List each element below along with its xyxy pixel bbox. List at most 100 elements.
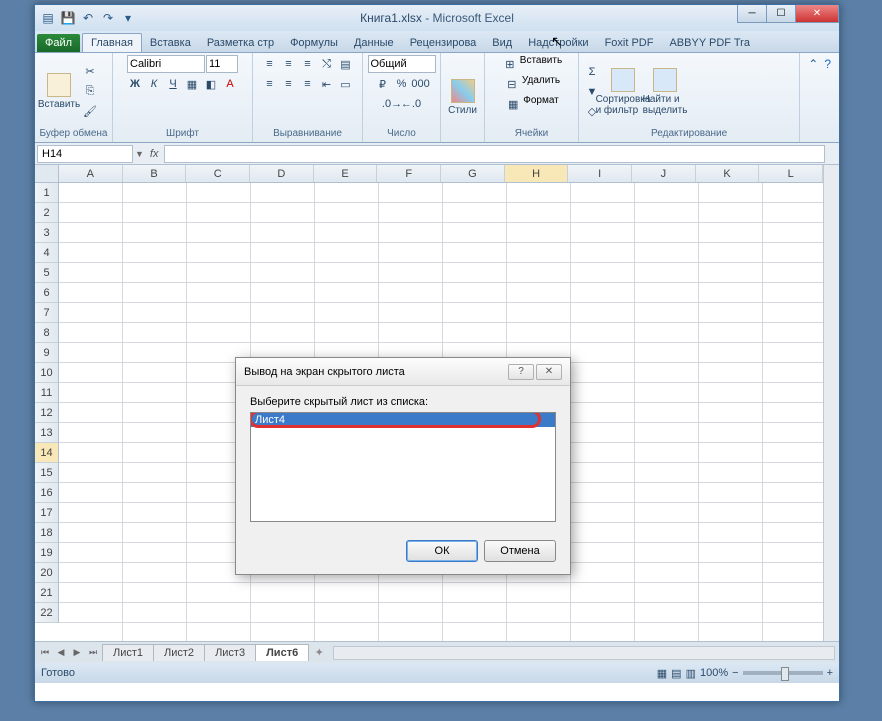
redo-icon[interactable]: ↷ [99,9,117,27]
column-header[interactable]: A [59,165,123,182]
paste-button[interactable]: Вставить [39,73,79,110]
format-cells-button[interactable]: Формат [523,95,559,113]
row-header[interactable]: 12 [35,403,58,423]
column-header[interactable]: J [632,165,696,182]
format-cells-icon[interactable]: ▦ [504,95,522,113]
column-header[interactable]: F [377,165,441,182]
select-all-corner[interactable] [35,165,59,183]
row-header[interactable]: 19 [35,543,58,563]
italic-button[interactable]: К [145,75,163,93]
sheet-tab[interactable]: Лист3 [204,644,256,661]
align-bottom-icon[interactable]: ≡ [299,55,317,73]
delete-cells-button[interactable]: Удалить [522,75,560,93]
row-header[interactable]: 18 [35,523,58,543]
row-header[interactable]: 5 [35,263,58,283]
namebox-dropdown-icon[interactable]: ▼ [135,149,144,159]
tab-foxit[interactable]: Foxit PDF [597,34,662,52]
name-box[interactable]: H14 [37,145,133,163]
number-format-combo[interactable]: Общий [368,55,436,73]
tab-layout[interactable]: Разметка стр [199,34,282,52]
tab-file[interactable]: Файл [37,34,80,52]
tab-abbyy[interactable]: ABBYY PDF Tra [661,34,758,52]
font-color-button[interactable]: A [221,75,239,93]
sort-filter-button[interactable]: Сортировка и фильтр [603,68,643,116]
styles-button[interactable]: Стили [445,79,480,116]
row-header[interactable]: 16 [35,483,58,503]
new-sheet-button[interactable]: ✦ [309,646,329,659]
currency-icon[interactable]: ₽ [374,75,392,93]
inc-decimal-icon[interactable]: .0→ [383,95,401,113]
tab-formulas[interactable]: Формулы [282,34,346,52]
row-header[interactable]: 15 [35,463,58,483]
tab-insert[interactable]: Вставка [142,34,199,52]
formula-input[interactable] [164,145,825,163]
wrap-text-icon[interactable]: ▤ [337,55,355,73]
column-header[interactable]: G [441,165,505,182]
minimize-button[interactable]: ─ [737,5,767,23]
column-header[interactable]: D [250,165,314,182]
tab-home[interactable]: Главная [82,33,142,52]
tab-review[interactable]: Рецензирова [402,34,485,52]
row-header[interactable]: 6 [35,283,58,303]
bold-button[interactable]: Ж [126,75,144,93]
align-left-icon[interactable]: ≡ [261,75,279,93]
orientation-icon[interactable]: ⤭ [318,55,336,73]
hidden-sheets-listbox[interactable]: Лист4 [250,412,556,522]
row-header[interactable]: 4 [35,243,58,263]
row-header[interactable]: 21 [35,583,58,603]
sheet-tab[interactable]: Лист1 [102,644,154,661]
insert-cells-button[interactable]: Вставить [520,55,562,73]
column-header[interactable]: E [314,165,378,182]
view-layout-icon[interactable]: ▤ [671,667,681,680]
align-center-icon[interactable]: ≡ [280,75,298,93]
column-headers[interactable]: ABCDEFGHIJKL [59,165,823,183]
qat-more-icon[interactable]: ▾ [119,9,137,27]
column-header[interactable]: C [186,165,250,182]
row-header[interactable]: 3 [35,223,58,243]
horizontal-scrollbar[interactable] [333,646,835,660]
font-name-combo[interactable]: Calibri [127,55,205,73]
cut-icon[interactable]: ✂ [81,63,99,81]
column-header[interactable]: H [505,165,569,182]
align-right-icon[interactable]: ≡ [299,75,317,93]
fill-color-button[interactable]: ◧ [202,75,220,93]
cancel-button[interactable]: Отмена [484,540,556,562]
column-header[interactable]: I [568,165,632,182]
zoom-level[interactable]: 100% [700,667,728,679]
maximize-button[interactable]: ☐ [766,5,796,23]
row-header[interactable]: 20 [35,563,58,583]
merge-icon[interactable]: ▭ [337,75,355,93]
column-header[interactable]: K [696,165,760,182]
row-headers[interactable]: 12345678910111213141516171819202122 [35,183,59,623]
dialog-titlebar[interactable]: Вывод на экран скрытого листа ? ✕ [236,358,570,386]
list-item[interactable]: Лист4 [251,413,555,427]
comma-icon[interactable]: 000 [412,75,430,93]
next-sheet-icon[interactable]: ▶ [69,645,85,661]
row-header[interactable]: 22 [35,603,58,623]
tab-data[interactable]: Данные [346,34,402,52]
row-header[interactable]: 9 [35,343,58,363]
first-sheet-icon[interactable]: ⏮ [37,645,53,661]
row-header[interactable]: 14 [35,443,58,463]
delete-cells-icon[interactable]: ⊟ [503,75,521,93]
view-normal-icon[interactable]: ▦ [657,667,667,680]
column-header[interactable]: B [123,165,187,182]
close-button[interactable]: ✕ [795,5,839,23]
zoom-slider[interactable] [743,671,823,675]
autosum-icon[interactable]: Σ [583,63,601,81]
minimize-ribbon-icon[interactable]: ⌃ [808,57,818,71]
insert-cells-icon[interactable]: ⊞ [501,55,519,73]
fx-button[interactable]: fx [144,148,165,160]
vertical-scrollbar[interactable] [823,165,839,641]
tab-view[interactable]: Вид [484,34,520,52]
copy-icon[interactable]: ⎘ [81,83,99,101]
sheet-tab[interactable]: Лист2 [153,644,205,661]
prev-sheet-icon[interactable]: ◀ [53,645,69,661]
zoom-out-button[interactable]: − [732,667,738,679]
underline-button[interactable]: Ч [164,75,182,93]
row-header[interactable]: 2 [35,203,58,223]
column-header[interactable]: L [759,165,823,182]
row-header[interactable]: 1 [35,183,58,203]
row-header[interactable]: 10 [35,363,58,383]
dialog-help-button[interactable]: ? [508,364,534,380]
